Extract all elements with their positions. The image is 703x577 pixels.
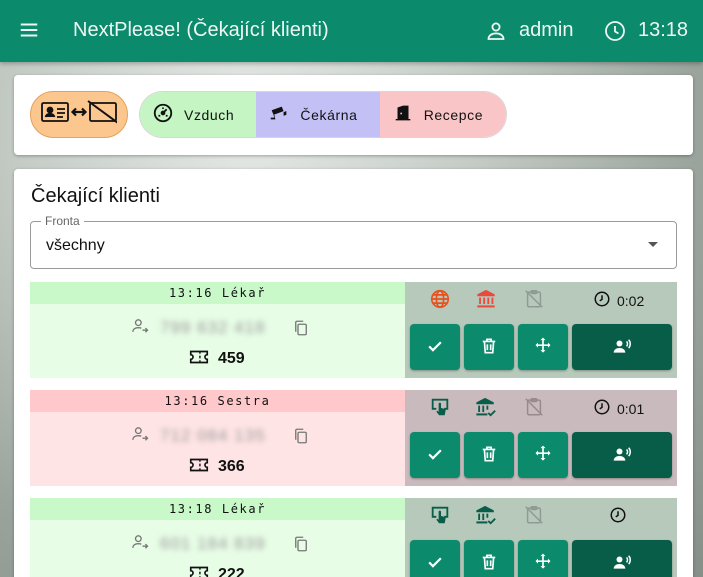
trash-icon — [479, 336, 499, 359]
globe-icon — [429, 288, 453, 312]
chip-cekarna-label: Čekárna — [300, 106, 358, 123]
queue-select-label: Fronta — [41, 214, 84, 228]
copy-icon[interactable] — [292, 427, 310, 445]
touch-screen-icon — [429, 396, 453, 420]
phone-person-icon — [130, 424, 150, 449]
trash-icon — [479, 444, 499, 467]
bank-check-icon — [475, 396, 499, 420]
ticket-number: 459 — [218, 350, 245, 367]
ticket-icon — [188, 562, 210, 577]
copy-icon[interactable] — [292, 319, 310, 337]
copy-icon[interactable] — [292, 535, 310, 553]
gauge-icon — [152, 102, 174, 127]
call-button[interactable] — [572, 324, 672, 370]
ticket-number: 366 — [218, 458, 245, 475]
delete-button[interactable] — [464, 432, 514, 478]
clock-time: 13:18 — [638, 19, 689, 41]
call-button[interactable] — [572, 540, 672, 577]
user-icon — [484, 19, 508, 43]
camera-icon — [268, 102, 290, 127]
voice-call-icon — [612, 444, 632, 467]
app-bar: NextPlease! (Čekající klienti) admin 13:… — [0, 0, 703, 62]
toolbar-card: Vzduch Čekárna Recepce — [14, 75, 693, 155]
app-title: NextPlease! (Čekající klienti) — [73, 19, 329, 41]
ticket-number: 222 — [218, 566, 245, 577]
confirm-button[interactable] — [410, 432, 460, 478]
clipboard-off-icon — [523, 288, 547, 312]
voice-call-icon — [612, 552, 632, 575]
move-button[interactable] — [518, 540, 568, 577]
user-name: admin — [519, 19, 574, 41]
ticket-row: 13:16 Sestra 712 084 135 366 0:01 — [30, 390, 677, 486]
voice-call-icon — [612, 336, 632, 359]
chip-recepce[interactable]: Recepce — [379, 92, 506, 137]
ticket-icon — [188, 454, 210, 481]
dropdown-arrow-icon — [648, 242, 658, 247]
ticket-header: 13:16 Lékař — [30, 282, 405, 304]
door-icon — [392, 102, 414, 127]
phone-number: 601 184 839 — [160, 534, 266, 553]
wait-timer: 0:01 — [617, 400, 645, 417]
move-button[interactable] — [518, 432, 568, 478]
clipboard-off-icon — [523, 504, 547, 528]
ticket-actions: 0:01 — [405, 390, 677, 486]
ticket-row: 13:16 Lékař 799 632 418 459 0:02 — [30, 282, 677, 378]
waiting-clients-card: Čekající klienti Fronta všechny 13:16 Lé… — [14, 169, 693, 577]
move-arrows-icon — [533, 444, 553, 467]
check-icon — [425, 336, 445, 359]
section-title: Čekající klienti — [31, 185, 160, 207]
call-button[interactable] — [572, 432, 672, 478]
phone-number: 799 632 418 — [160, 318, 266, 337]
touch-screen-icon — [429, 504, 453, 528]
trash-icon — [479, 552, 499, 575]
ticket-row: 13:18 Lékař 601 184 839 222 — [30, 498, 677, 577]
ticket-info: 13:16 Lékař 799 632 418 459 — [30, 282, 405, 378]
bank-icon — [475, 288, 499, 312]
phone-person-icon — [130, 316, 150, 341]
ticket-actions — [405, 498, 677, 577]
confirm-button[interactable] — [410, 324, 460, 370]
queue-select-value: všechny — [46, 237, 105, 254]
chip-vzduch[interactable]: Vzduch — [140, 92, 257, 137]
move-button[interactable] — [518, 324, 568, 370]
check-icon — [425, 444, 445, 467]
confirm-button[interactable] — [410, 540, 460, 577]
timer-clock-icon — [609, 506, 627, 527]
clock-icon — [603, 19, 627, 43]
id-card-toggle-button[interactable] — [30, 91, 128, 138]
ticket-header: 13:18 Lékař — [30, 498, 405, 520]
ticket-actions: 0:02 — [405, 282, 677, 378]
timer-clock-icon — [593, 290, 611, 311]
bank-check-icon — [475, 504, 499, 528]
chip-cekarna[interactable]: Čekárna — [256, 92, 380, 137]
queue-select[interactable]: Fronta všechny — [30, 214, 677, 269]
chip-vzduch-label: Vzduch — [184, 106, 235, 123]
move-arrows-icon — [533, 336, 553, 359]
chip-recepce-label: Recepce — [423, 106, 484, 123]
timer-clock-icon — [593, 398, 611, 419]
phone-person-icon — [130, 532, 150, 557]
ticket-icon — [188, 346, 210, 373]
delete-button[interactable] — [464, 324, 514, 370]
ticket-info: 13:18 Lékař 601 184 839 222 — [30, 498, 405, 577]
delete-button[interactable] — [464, 540, 514, 577]
ticket-info: 13:16 Sestra 712 084 135 366 — [30, 390, 405, 486]
ticket-header: 13:16 Sestra — [30, 390, 405, 412]
move-arrows-icon — [533, 552, 553, 575]
location-chip-group: Vzduch Čekárna Recepce — [139, 91, 507, 138]
clipboard-off-icon — [523, 396, 547, 420]
menu-icon[interactable] — [18, 19, 40, 41]
check-icon — [425, 552, 445, 575]
wait-timer: 0:02 — [617, 292, 645, 309]
phone-number: 712 084 135 — [160, 426, 266, 445]
id-card-swap-icon — [41, 100, 119, 129]
